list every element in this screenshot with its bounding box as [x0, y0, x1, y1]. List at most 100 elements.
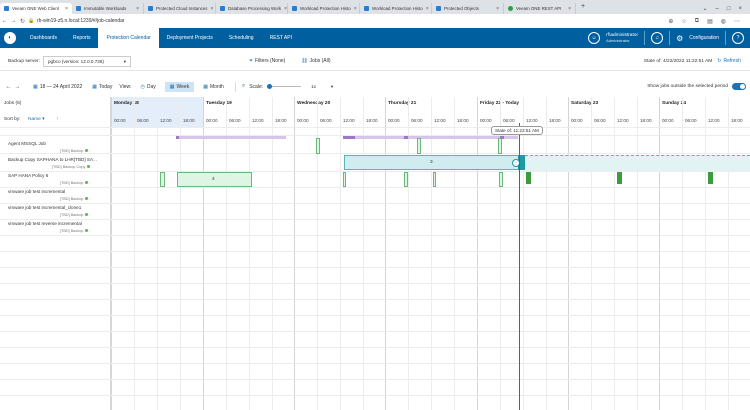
collections-icon[interactable]: ▤ [707, 18, 713, 25]
hour-label: 00:00 [662, 118, 674, 123]
grid-hline [0, 153, 750, 154]
browser-tab[interactable]: Protected Cloud Instances × [144, 3, 216, 14]
scheduled-run-bar[interactable] [708, 172, 713, 184]
browser-tab[interactable]: Workload Protection Histo × [360, 3, 432, 14]
hour-label: 12:00 [708, 118, 720, 123]
scale-slider-handle[interactable] [267, 84, 273, 89]
scale-slider[interactable] [267, 84, 302, 89]
job-run-bar[interactable] [417, 138, 421, 154]
job-name[interactable]: Backup Copy SAPHANA to LHR[TBD] SA... [8, 157, 97, 162]
summary-bar[interactable] [343, 136, 518, 139]
browser-tab[interactable]: Workload Protection Histo × [288, 3, 360, 14]
browser-tab[interactable]: Database Processing Work × [216, 3, 288, 14]
close-icon[interactable]: × [568, 6, 571, 12]
backup-server-select[interactable]: pgbco (version: 12.0.0.736) ▾ [43, 55, 131, 67]
job-name[interactable]: SAP HANA Policy 6 [8, 173, 48, 178]
status-dot-icon [85, 181, 89, 184]
grid-hline [0, 299, 750, 300]
job-run-bar[interactable] [343, 172, 346, 187]
close-icon[interactable]: × [136, 6, 139, 12]
browser-tab[interactable]: Protected Objects × [432, 3, 504, 14]
lock-icon[interactable]: 🔒 [27, 18, 36, 24]
sort-select[interactable]: Name ▾ [28, 117, 45, 122]
hour-label: 18:00 [275, 118, 287, 123]
profile-icon[interactable]: ◍ [721, 18, 726, 25]
job-name[interactable]: vmware job test reverse incremental [8, 221, 82, 226]
next-period-icon[interactable]: → [13, 84, 22, 90]
veeam-icon [364, 6, 369, 11]
back-icon[interactable]: ← [0, 18, 9, 24]
today-button[interactable]: ▦ Today [87, 82, 117, 92]
sort-label: Sort by: [4, 117, 21, 122]
job-run-bar[interactable] [404, 172, 408, 187]
jobs-button[interactable]: ⛓ Jobs (All) [296, 56, 335, 66]
jobs-count-header: Jobs (6) [4, 101, 22, 106]
job-run-bar[interactable] [498, 138, 502, 154]
nav-reports[interactable]: Reports [65, 28, 99, 48]
prev-period-icon[interactable]: ← [4, 84, 13, 90]
nav-rest-api[interactable]: REST API [262, 28, 300, 48]
summary-bar[interactable] [404, 136, 408, 139]
date-range-picker[interactable]: ▦ 18 — 24 April 2022 [28, 82, 87, 92]
job-type: [TBD] Backup [60, 229, 89, 233]
summary-bar[interactable] [176, 136, 286, 139]
nav-deployment-projects[interactable]: Deployment Projects [159, 28, 221, 48]
nav-protection-calendar[interactable]: Protection Calendar [98, 28, 159, 48]
hour-label: 12:00 [343, 118, 355, 123]
gear-icon[interactable]: ⚙ [676, 34, 683, 43]
sort-direction-icon[interactable]: ↑ [56, 116, 59, 122]
bell-icon[interactable]: ♫ [651, 32, 664, 44]
scheduled-run-bar[interactable] [617, 172, 622, 184]
maximize-icon[interactable]: □ [727, 6, 731, 12]
nav-scheduling[interactable]: Scheduling [221, 28, 262, 48]
calendar-icon: ▦ [169, 83, 175, 90]
minimize-icon[interactable]: – [716, 6, 719, 12]
view-day-button[interactable]: ◷ Day [135, 82, 160, 92]
job-name[interactable]: Agent MSSQL Job [8, 141, 46, 146]
browser-tab[interactable]: Veeam ONE REST API × [504, 3, 576, 14]
zoom-icon[interactable]: ⊕ [668, 18, 673, 25]
extensions-icon[interactable]: ⧉ [695, 18, 699, 25]
show-jobs-toggle[interactable] [732, 83, 746, 90]
summary-bar[interactable] [343, 136, 355, 139]
help-icon[interactable]: ? [732, 32, 744, 44]
close-icon[interactable]: × [211, 6, 214, 12]
browser-tab[interactable]: Immutable Workloads × [72, 3, 144, 14]
clock-icon: ◷ [140, 83, 145, 90]
scale-select[interactable]: 1x ▾ [307, 82, 337, 91]
job-run-bar[interactable] [316, 138, 320, 154]
forward-icon[interactable]: → [9, 18, 18, 24]
url-input[interactable]: rb-win19-z5.n.local:1239/#/job-calendar [37, 18, 125, 24]
job-run-bar[interactable] [160, 172, 165, 187]
close-icon[interactable]: × [284, 6, 287, 12]
filters-button[interactable]: ⏷ Filters (None) [244, 56, 290, 66]
browser-tab[interactable]: Veeam ONE Web Client × [0, 3, 72, 14]
day-header: Wednesday 20 [297, 101, 331, 106]
user-icon[interactable]: ☺ [588, 32, 601, 44]
view-month-button[interactable]: ▦ Month [198, 82, 229, 92]
address-bar-row: ← → ↻ 🔒 rb-win19-z5.n.local:1239/#/job-c… [0, 14, 750, 29]
chevron-down-icon[interactable]: ⌄ [702, 5, 707, 12]
now-tooltip: State of: 11:22:51 AM [491, 126, 543, 135]
close-icon[interactable]: × [65, 6, 68, 12]
view-week-button[interactable]: ▦ Week [164, 81, 195, 92]
refresh-icon: ↻ [717, 58, 722, 64]
nav-dashboards[interactable]: Dashboards [22, 28, 65, 48]
close-icon[interactable]: × [426, 6, 429, 12]
close-icon[interactable]: × [354, 6, 357, 12]
refresh-button[interactable]: ↻ Refresh [712, 56, 746, 66]
scheduled-run-bar[interactable] [526, 172, 531, 184]
job-name[interactable]: vmware job test incremental [8, 189, 65, 194]
reload-icon[interactable]: ↻ [18, 18, 27, 25]
star-icon[interactable]: ☆ [681, 18, 686, 25]
more-icon[interactable]: ⋯ [734, 18, 740, 25]
job-run-bar[interactable] [433, 172, 436, 187]
summary-bar[interactable] [176, 136, 179, 139]
close-icon[interactable]: × [496, 6, 499, 12]
configuration-link[interactable]: Configuration [689, 35, 719, 41]
new-tab-button[interactable]: + [576, 3, 590, 14]
job-name[interactable]: vmware job test incremental_clone1 [8, 205, 81, 210]
backup-copy-future-bar[interactable] [525, 155, 750, 171]
job-run-bar[interactable] [499, 172, 503, 187]
close-window-icon[interactable]: × [738, 6, 742, 12]
